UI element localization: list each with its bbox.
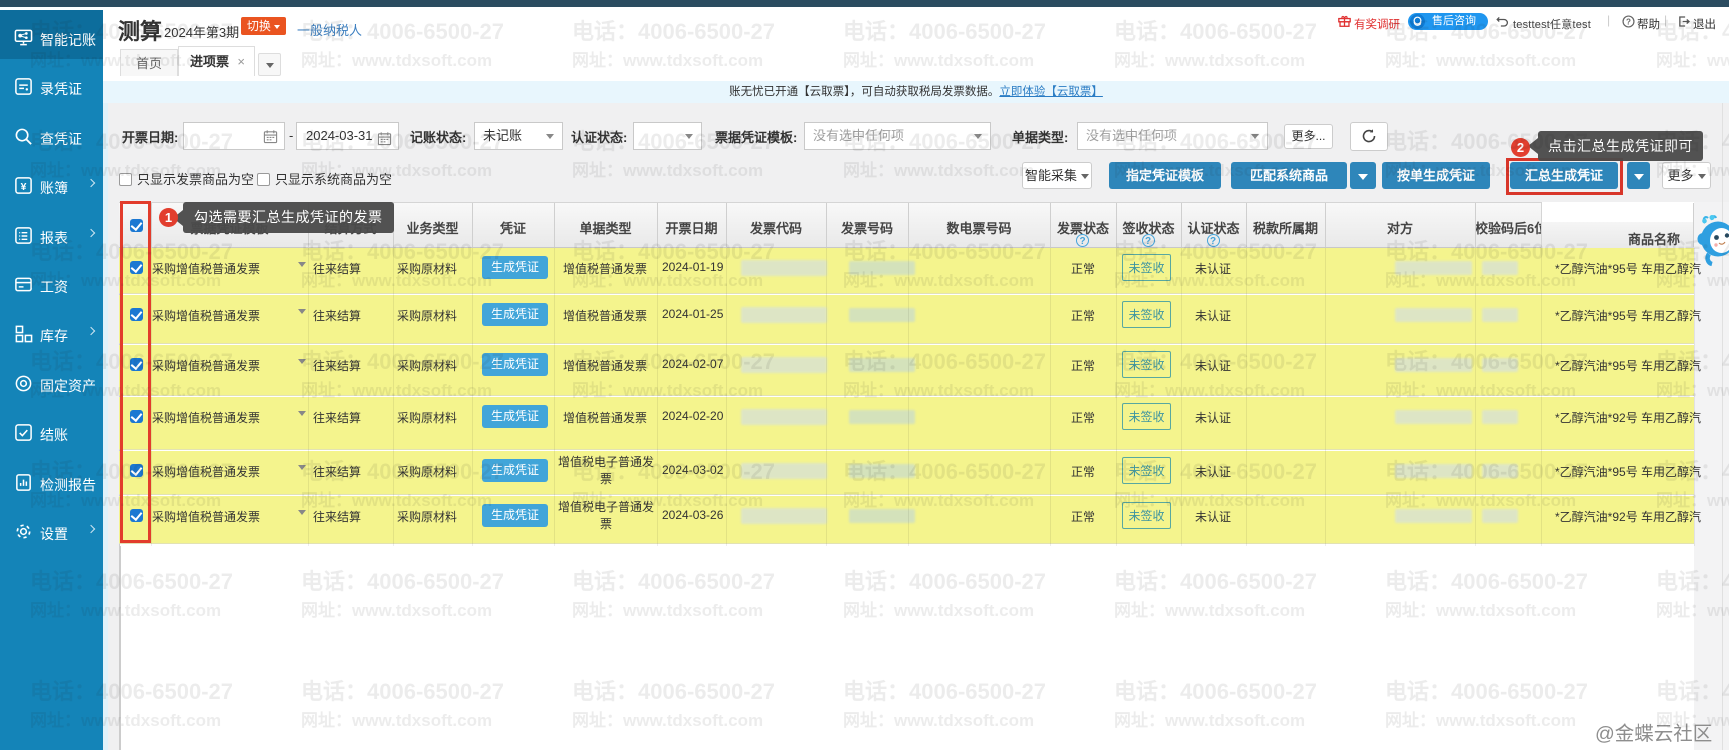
svg-text:¥: ¥ (21, 182, 27, 193)
svg-text:?: ? (1626, 17, 1631, 26)
